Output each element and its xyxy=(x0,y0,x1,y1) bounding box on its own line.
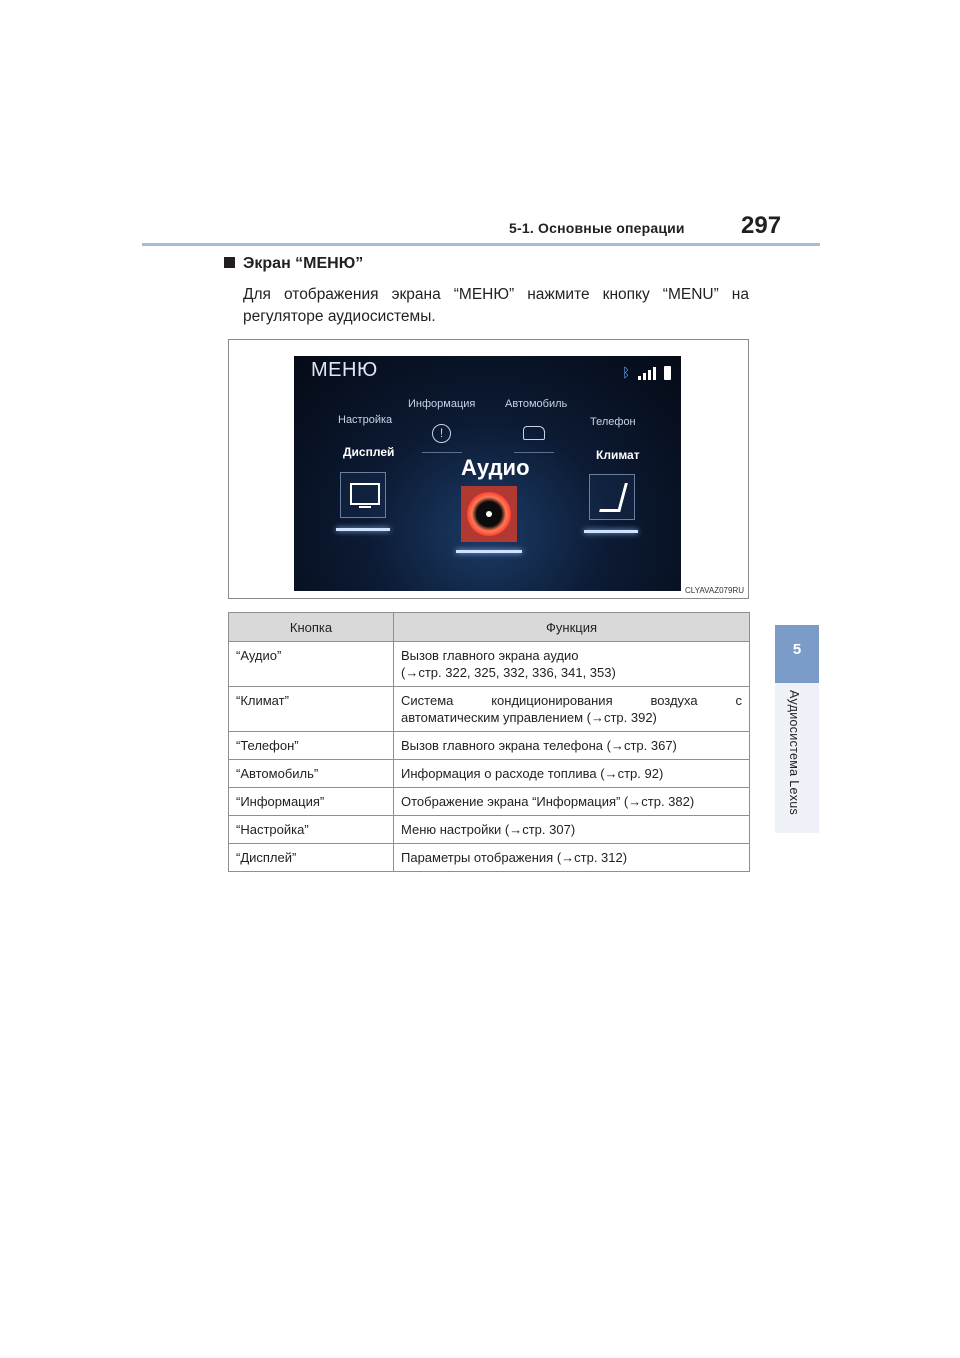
cell-button: “Настройка” xyxy=(228,815,394,844)
chapter-label: Аудиосистема Lexus xyxy=(787,690,801,816)
function-line: (→стр. 322, 325, 332, 336, 341, 353) xyxy=(401,665,616,680)
cell-button: “Дисплей” xyxy=(228,843,394,872)
square-bullet-icon xyxy=(224,257,235,268)
header-rule xyxy=(142,243,820,246)
col-header-function: Функция xyxy=(393,612,750,642)
section-heading: Экран “МЕНЮ” xyxy=(224,255,363,273)
col-header-button: Кнопка xyxy=(228,612,394,642)
screen-title: МЕНЮ xyxy=(311,359,378,381)
menu-item-phone[interactable]: Телефон xyxy=(590,416,636,428)
cell-function: Вызов главного экрана телефона (→стр. 36… xyxy=(393,731,750,760)
signal-icon xyxy=(638,366,656,380)
cell-button: “Климат” xyxy=(228,686,394,732)
cell-button: “Аудио” xyxy=(228,641,394,687)
battery-icon xyxy=(664,366,671,380)
table-row: “Настройка” Меню настройки (→стр. 307) xyxy=(228,815,750,844)
table-row: “Аудио” Вызов главного экрана аудио (→стр… xyxy=(228,641,750,687)
cell-function: Система кондиционирования воздуха с автом… xyxy=(393,686,750,732)
cell-function: Меню настройки (→стр. 307) xyxy=(393,815,750,844)
table-row: “Дисплей” Параметры отображения (→стр. 3… xyxy=(228,843,750,872)
menu-item-settings[interactable]: Настройка xyxy=(338,414,392,426)
heading-text: Экран “МЕНЮ” xyxy=(243,255,364,272)
audio-tile[interactable] xyxy=(461,486,517,542)
disc-center xyxy=(486,511,492,517)
glow-bar-left xyxy=(336,528,390,531)
menu-item-display[interactable]: Дисплей xyxy=(343,445,394,459)
seat-climate-icon xyxy=(599,483,628,512)
divider xyxy=(422,452,462,453)
table-row: “Автомобиль” Информация о расходе топлив… xyxy=(228,759,750,788)
chapter-tab: 5 xyxy=(775,625,819,683)
audio-label: Аудио xyxy=(461,455,530,480)
menu-item-climate[interactable]: Климат xyxy=(596,448,640,462)
cell-function: Параметры отображения (→стр. 312) xyxy=(393,843,750,872)
table-row: “Климат” Система кондиционирования возду… xyxy=(228,686,750,732)
intro-paragraph: Для отображения экрана “МЕНЮ” нажмите кн… xyxy=(243,286,749,325)
climate-tile[interactable] xyxy=(589,474,635,520)
page-number: 297 xyxy=(741,212,782,239)
cell-function: Информация о расходе топлива (→стр. 92) xyxy=(393,759,750,788)
cell-function: Вызов главного экрана аудио (→стр. 322, 3… xyxy=(393,641,750,687)
function-line: Вызов главного экрана аудио xyxy=(401,648,579,663)
display-tile[interactable] xyxy=(340,472,386,518)
menu-item-info[interactable]: Информация xyxy=(408,398,475,410)
info-icon: ! xyxy=(432,424,451,443)
function-table: Кнопка Функция “Аудио” Вызов главного эк… xyxy=(228,612,750,872)
monitor-stand xyxy=(359,506,371,508)
car-icon xyxy=(523,426,545,440)
table-header-row: Кнопка Функция xyxy=(228,612,750,642)
cell-button: “Телефон” xyxy=(228,731,394,760)
cell-function: Отображение экрана “Информация” (→стр. 3… xyxy=(393,787,750,816)
cell-button: “Информация” xyxy=(228,787,394,816)
cell-button: “Автомобиль” xyxy=(228,759,394,788)
table-row: “Информация” Отображение экрана “Информа… xyxy=(228,787,750,816)
status-icons: ᛒ xyxy=(622,366,671,380)
menu-item-vehicle[interactable]: Автомобиль xyxy=(505,398,567,410)
glow-bar-right xyxy=(584,530,638,533)
header-section: 5-1. Основные операции xyxy=(509,220,685,236)
glow-bar-center xyxy=(456,550,522,553)
menu-figure: МЕНЮ ᛒ Настройка Информация Автомобиль Т… xyxy=(228,339,749,599)
table-row: “Телефон” Вызов главного экрана телефона… xyxy=(228,731,750,760)
function-line: автоматическим управлением (→стр. 392) xyxy=(401,710,657,725)
disc-icon xyxy=(467,492,511,536)
bluetooth-icon: ᛒ xyxy=(622,365,630,380)
divider xyxy=(514,452,554,453)
menu-screen: МЕНЮ ᛒ Настройка Информация Автомобиль Т… xyxy=(294,356,681,591)
figure-code: CLYAVAZ079RU xyxy=(685,586,744,595)
monitor-icon xyxy=(350,483,380,505)
function-line: Система кондиционирования воздуха с xyxy=(401,693,742,708)
